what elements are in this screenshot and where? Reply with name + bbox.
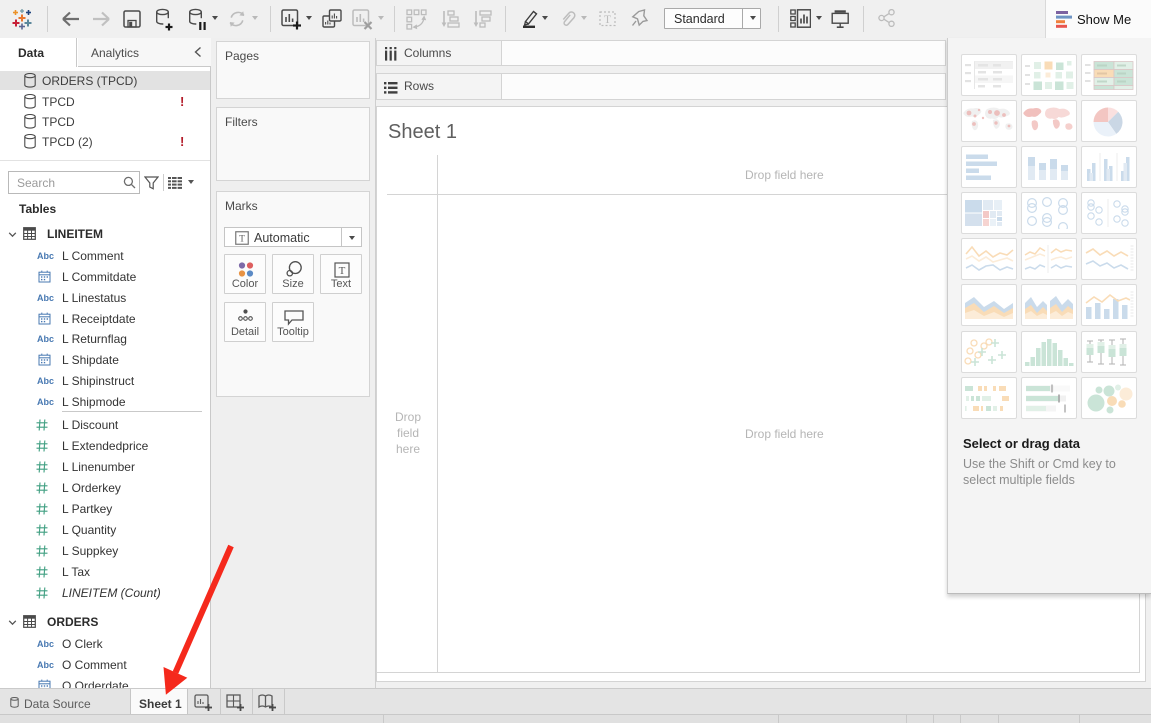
svg-text:T: T: [239, 234, 245, 244]
svg-text:T: T: [604, 14, 611, 26]
svg-text:T: T: [339, 265, 346, 277]
